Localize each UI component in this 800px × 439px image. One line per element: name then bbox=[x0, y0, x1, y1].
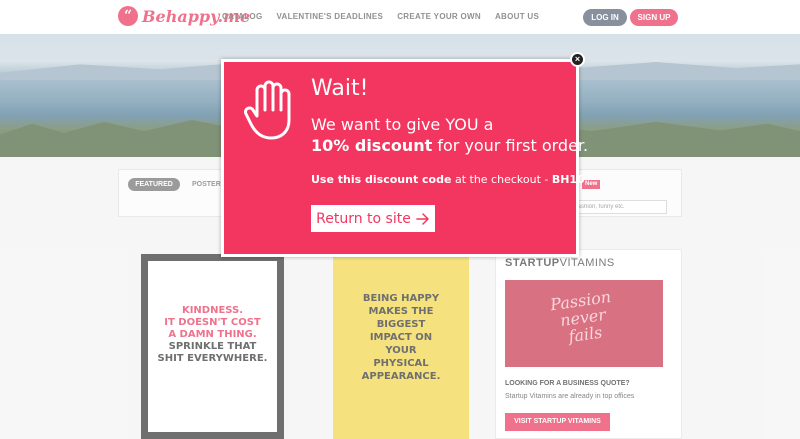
hand-stop-icon bbox=[244, 80, 291, 140]
modal-title: Wait! bbox=[311, 76, 369, 101]
code-mid: at the checkout - bbox=[451, 173, 552, 186]
return-label: Return to site bbox=[316, 210, 411, 227]
discount-code: BH10 bbox=[551, 173, 585, 186]
modal-line-1: We want to give YOU a bbox=[311, 115, 494, 134]
discount-code-line: Use this discount code at the checkout -… bbox=[311, 173, 585, 186]
return-to-site-button[interactable]: Return to site bbox=[311, 205, 435, 232]
arrow-right-icon bbox=[416, 212, 429, 225]
code-prefix: Use this discount code bbox=[311, 173, 452, 186]
modal-line-2: 10% discount for your first order. bbox=[311, 136, 588, 155]
discount-amount: 10% discount bbox=[311, 136, 433, 155]
close-icon[interactable]: × bbox=[570, 52, 585, 67]
modal-line-2-rest: for your first order. bbox=[432, 136, 589, 155]
discount-modal: Wait! We want to give YOU a 10% discount… bbox=[221, 59, 588, 257]
